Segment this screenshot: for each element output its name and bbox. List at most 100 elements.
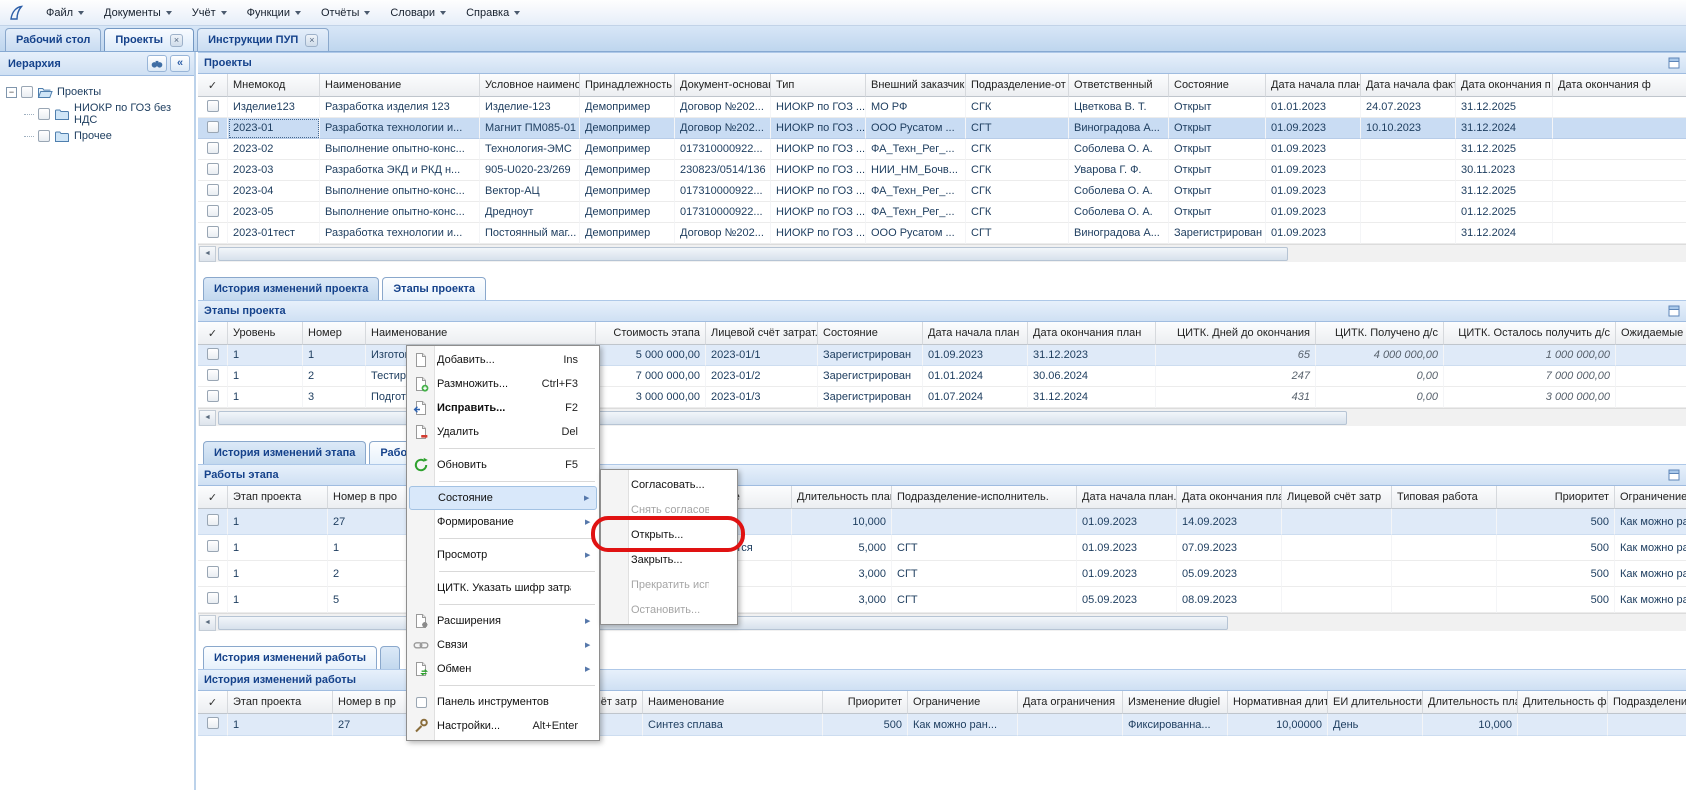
column-header[interactable]: Дата окончания п [1456,74,1553,97]
tab[interactable]: Инструкции ПУП× [197,28,329,51]
row-checkbox[interactable] [207,348,219,360]
column-header[interactable]: Этап проекта [228,691,333,714]
menu-item[interactable]: УдалитьDel [409,420,597,444]
row-checkbox[interactable] [207,566,219,578]
row-checkbox[interactable] [207,369,219,381]
column-header[interactable]: Уровень [228,322,303,345]
table-row[interactable]: 2023-03Разработка ЭКД и РКД н...905-U020… [198,160,1686,181]
menu-item[interactable]: Добавить...Ins [409,348,597,372]
horizontal-scrollbar[interactable]: ◄ [198,244,1686,262]
column-header[interactable]: Изменение długiel [1123,691,1228,714]
table-row[interactable]: 2023-05Выполнение опытно-конс...Дредноут… [198,202,1686,223]
table-row[interactable]: 2023-01Разработка технологии и...Магнит … [198,118,1686,139]
tree-node[interactable]: Проекты [0,81,194,103]
column-header[interactable]: Длительность фак [1518,691,1608,714]
window-icon[interactable] [1668,305,1680,317]
table-row[interactable]: 2023-02Выполнение опытно-конс...Технолог… [198,139,1686,160]
column-header[interactable]: ЦИТК. Дней до окончания [1156,322,1316,345]
scrollbar-thumb[interactable] [218,247,1288,261]
column-header[interactable]: Дата начала план. [1077,486,1177,509]
menu-item[interactable]: Панель инструментов [409,690,597,714]
column-header[interactable]: Приоритет [1497,486,1615,509]
column-header[interactable]: Дата начала план. [1266,74,1361,97]
column-header[interactable]: Подразделение-ис [1608,691,1686,714]
column-header[interactable]: Мнемокод [228,74,320,97]
menubar-item[interactable]: Учёт [182,3,237,23]
table-row[interactable]: 2023-01тестРазработка технологии и...Пос… [198,223,1686,244]
scroll-left-icon[interactable]: ◄ [199,615,216,631]
column-header[interactable]: Состояние [1169,74,1266,97]
column-header[interactable]: Лицевой счёт затрат. [706,322,818,345]
menu-item[interactable]: Расширения▶ [409,609,597,633]
column-header[interactable]: Ожидаемые [1616,322,1686,345]
column-header[interactable]: Дата ограничения [1018,691,1123,714]
search-icon[interactable] [147,55,167,72]
column-header[interactable]: Дата начала план [923,322,1028,345]
column-header[interactable]: ✓ [198,74,228,97]
menu-item[interactable]: ОбновитьF5 [409,453,597,477]
scroll-left-icon[interactable]: ◄ [199,246,216,262]
collapse-icon[interactable] [6,87,17,98]
tree-node[interactable]: Прочее [0,125,194,147]
menubar-item[interactable]: Документы [94,3,182,23]
window-icon[interactable] [1668,469,1680,481]
row-checkbox[interactable] [207,142,219,154]
menu-item[interactable]: Открыть... [603,522,735,547]
tab[interactable]: История изменений работы [203,646,377,669]
column-header[interactable]: Тип [771,74,866,97]
column-header[interactable]: Дата начала факт. [1361,74,1456,97]
menu-item[interactable]: Состояние▶ [409,486,597,510]
menu-item[interactable]: Просмотр▶ [409,543,597,567]
column-header[interactable]: ✓ [198,691,228,714]
column-header[interactable]: Наименование [366,322,596,345]
column-header[interactable]: Типовая работа [1392,486,1497,509]
window-icon[interactable] [1668,57,1680,69]
column-header[interactable]: Принадлежность [580,74,675,97]
column-header[interactable]: Подразделение-от [966,74,1069,97]
menubar-item[interactable]: Словари [380,3,456,23]
column-header[interactable]: ЦИТК. Получено д/с [1316,322,1444,345]
tree-checkbox[interactable] [38,130,50,142]
column-header[interactable]: Документ-основан [675,74,771,97]
column-header[interactable]: Длительность пла [1423,691,1518,714]
tab[interactable]: Этапы проекта [382,277,486,300]
table-row[interactable]: 2023-04Выполнение опытно-конс...Вектор-А… [198,181,1686,202]
menu-item[interactable]: Настройки...Alt+Enter [409,714,597,738]
menu-item[interactable]: Согласовать... [603,472,735,497]
column-header[interactable]: Условное наименова [480,74,580,97]
row-checkbox[interactable] [207,717,219,729]
column-header[interactable]: Дата окончания ф [1553,74,1686,97]
column-header[interactable]: Нормативная длит [1228,691,1328,714]
row-checkbox[interactable] [207,205,219,217]
tab[interactable]: История изменений этапа [203,441,366,464]
menu-item[interactable]: Связи▶ [409,633,597,657]
column-header[interactable]: Ограничение [1615,486,1686,509]
column-header[interactable]: Ответственный [1069,74,1169,97]
column-header[interactable]: ✓ [198,322,228,345]
table-row[interactable]: Изделие123Разработка изделия 123Изделие-… [198,97,1686,118]
row-checkbox[interactable] [207,163,219,175]
row-checkbox[interactable] [207,100,219,112]
column-header[interactable]: ЦИТК. Осталось получить д/с [1444,322,1616,345]
menu-item[interactable]: Размножить...Ctrl+F3 [409,372,597,396]
row-checkbox[interactable] [207,540,219,552]
close-icon[interactable]: × [305,34,318,47]
tab[interactable]: Рабочий стол [5,28,101,51]
menubar-item[interactable]: Функции [237,3,311,23]
row-checkbox[interactable] [207,514,219,526]
menubar-item[interactable]: Справка [456,3,530,23]
menu-item[interactable]: Исправить...F2 [409,396,597,420]
column-header[interactable]: Приоритет [823,691,908,714]
column-header[interactable]: Дата окончания план [1028,322,1156,345]
row-checkbox[interactable] [207,226,219,238]
tree-node[interactable]: НИОКР по ГОЗ без НДС [0,103,194,125]
column-header[interactable]: ✓ [198,486,228,509]
column-header[interactable]: Внешний заказчик [866,74,966,97]
tree-checkbox[interactable] [21,86,33,98]
column-header[interactable]: Номер [303,322,366,345]
collapse-panel-icon[interactable]: « [170,55,190,72]
column-header[interactable]: Наименование [643,691,823,714]
column-header[interactable]: Стоимость этапа [596,322,706,345]
column-header[interactable]: Наименование [320,74,480,97]
column-header[interactable]: Дата окончания план [1177,486,1282,509]
